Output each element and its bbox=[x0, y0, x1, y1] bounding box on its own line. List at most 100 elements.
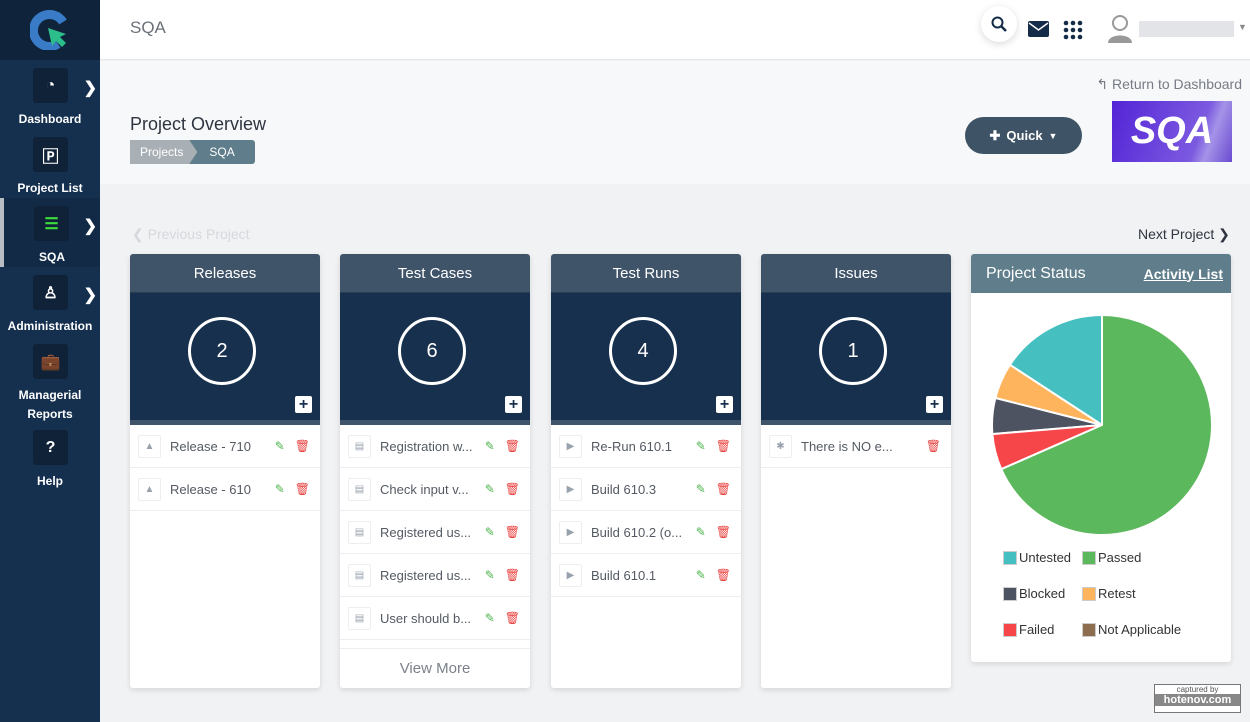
count-badge[interactable]: 2 bbox=[188, 317, 256, 385]
trash-icon[interactable]: 🗑 bbox=[505, 611, 520, 625]
list-item[interactable]: ▶ Build 610.3 ✎ 🗑 bbox=[551, 468, 741, 511]
edit-icon[interactable]: ✎ bbox=[696, 525, 706, 539]
add-icon[interactable]: + bbox=[716, 396, 733, 413]
quick-add-button[interactable]: ✚ Quick ▼ bbox=[965, 117, 1082, 154]
breadcrumb-projects[interactable]: Projects bbox=[130, 140, 198, 164]
sidebar-item-dashboard[interactable]: ◔ Dashboard ❯ bbox=[0, 60, 100, 129]
list-item[interactable]: ▤ User should b... ✎ 🗑 bbox=[340, 597, 530, 640]
view-more-button[interactable]: View More bbox=[340, 648, 530, 688]
search-button[interactable] bbox=[981, 6, 1017, 42]
mail-icon[interactable] bbox=[1028, 21, 1049, 37]
edit-icon[interactable]: ✎ bbox=[696, 568, 706, 582]
add-icon[interactable]: + bbox=[295, 396, 312, 413]
play-icon: ▶ bbox=[559, 477, 582, 501]
activity-list-link[interactable]: Activity List bbox=[1144, 266, 1223, 282]
chevron-right-icon[interactable]: ❯ bbox=[84, 216, 97, 236]
user-name-redacted[interactable] bbox=[1139, 21, 1234, 37]
edit-icon[interactable]: ✎ bbox=[485, 568, 495, 582]
count-badge[interactable]: 1 bbox=[819, 317, 887, 385]
project-status-card: Project Status Activity List Untested Pass… bbox=[971, 254, 1231, 662]
return-to-dashboard-link[interactable]: ↰ Return to Dashboard bbox=[1096, 76, 1242, 93]
list-item[interactable]: ✱ There is NO e... 🗑 bbox=[761, 425, 951, 468]
list-item[interactable]: ▤ Check input v... ✎ 🗑 bbox=[340, 468, 530, 511]
document-icon: ▤ bbox=[348, 606, 371, 630]
road-icon: ▲ bbox=[138, 434, 161, 458]
edit-icon[interactable]: ✎ bbox=[275, 439, 285, 453]
edit-icon[interactable]: ✎ bbox=[485, 439, 495, 453]
trash-icon[interactable]: 🗑 bbox=[926, 439, 941, 453]
edit-icon[interactable]: ✎ bbox=[696, 439, 706, 453]
sidebar-item-sqa[interactable]: ☰ SQA ❯ bbox=[0, 198, 100, 267]
play-icon: ▶ bbox=[559, 563, 582, 587]
chart-legend: Untested Passed Blocked Retest Failed Not App… bbox=[1003, 550, 1223, 637]
user-avatar-icon[interactable] bbox=[1107, 13, 1133, 43]
trash-icon[interactable]: 🗑 bbox=[716, 525, 731, 539]
trash-icon[interactable]: 🗑 bbox=[505, 439, 520, 453]
edit-icon[interactable]: ✎ bbox=[485, 525, 495, 539]
list-item[interactable]: ▤ Registered us... ✎ 🗑 bbox=[340, 554, 530, 597]
help-icon: ? bbox=[33, 430, 68, 465]
sidebar-item-label: Administration bbox=[7, 319, 93, 333]
chevron-right-icon[interactable]: ❯ bbox=[84, 285, 97, 305]
trash-icon[interactable]: 🗑 bbox=[716, 439, 731, 453]
legend-item: Not Applicable bbox=[1082, 622, 1212, 637]
legend-swatch bbox=[1003, 622, 1017, 637]
sidebar-item-project-list[interactable]: 🄿 Project List bbox=[0, 129, 100, 198]
sidebar-item-help[interactable]: ? Help bbox=[0, 422, 100, 491]
briefcase-icon: 💼 bbox=[33, 344, 68, 379]
gauge-icon: ◔ bbox=[33, 68, 68, 103]
play-icon: ▶ bbox=[559, 520, 582, 544]
edit-icon[interactable]: ✎ bbox=[696, 482, 706, 496]
trash-icon[interactable]: 🗑 bbox=[295, 439, 310, 453]
edit-icon[interactable]: ✎ bbox=[485, 611, 495, 625]
add-icon[interactable]: + bbox=[505, 396, 522, 413]
document-icon: ▤ bbox=[348, 520, 371, 544]
trash-icon[interactable]: 🗑 bbox=[505, 525, 520, 539]
apps-grid-icon[interactable] bbox=[1063, 20, 1083, 40]
document-icon: ▤ bbox=[348, 434, 371, 458]
plus-icon: ✚ bbox=[989, 127, 1001, 143]
chevron-right-icon[interactable]: ❯ bbox=[84, 78, 97, 98]
list-item[interactable]: ▶ Build 610.1 ✎ 🗑 bbox=[551, 554, 741, 597]
count-badge[interactable]: 6 bbox=[398, 317, 466, 385]
list-item[interactable]: ▲ Release - 610 ✎ 🗑 bbox=[130, 468, 320, 511]
count-badge[interactable]: 4 bbox=[609, 317, 677, 385]
card-test-cases: Test Cases 6 + ▤ Registration w... ✎ 🗑 ▤ Check… bbox=[340, 254, 530, 688]
card-title: Issues bbox=[761, 254, 951, 293]
legend-item: Untested bbox=[1003, 550, 1082, 565]
trash-icon[interactable]: 🗑 bbox=[505, 482, 520, 496]
breadcrumb-current: SQA bbox=[187, 140, 255, 164]
document-icon: ▤ bbox=[348, 477, 371, 501]
sidebar-item-managerial-reports[interactable]: 💼 Managerial Reports bbox=[0, 336, 100, 422]
edit-icon[interactable]: ✎ bbox=[275, 482, 285, 496]
add-icon[interactable]: + bbox=[926, 396, 943, 413]
project-file-icon: 🄿 bbox=[33, 137, 68, 172]
list-item[interactable]: ▤ Registered us... ✎ 🗑 bbox=[340, 511, 530, 554]
page-title: Project Overview bbox=[130, 114, 267, 134]
sidebar-item-label: SQA bbox=[38, 250, 65, 264]
chevron-right-icon: ❯ bbox=[1214, 226, 1230, 242]
legend-item: Blocked bbox=[1003, 586, 1082, 601]
trash-icon[interactable]: 🗑 bbox=[295, 482, 310, 496]
sidebar-item-label: Managerial Reports bbox=[18, 388, 82, 421]
trash-icon[interactable]: 🗑 bbox=[716, 568, 731, 582]
list-item[interactable]: ▶ Build 610.2 (o... ✎ 🗑 bbox=[551, 511, 741, 554]
app-logo[interactable] bbox=[0, 0, 100, 60]
next-project-link[interactable]: Next Project ❯ bbox=[1138, 226, 1230, 243]
sidebar-item-administration[interactable]: ♙ Administration ❯ bbox=[0, 267, 100, 336]
list-item[interactable]: ▶ Re-Run 610.1 ✎ 🗑 bbox=[551, 425, 741, 468]
road-icon: ▲ bbox=[138, 477, 161, 501]
legend-swatch bbox=[1082, 550, 1096, 565]
previous-project-link[interactable]: ❮ Previous Project bbox=[132, 226, 250, 243]
user-menu-caret-icon[interactable]: ▼ bbox=[1238, 22, 1247, 32]
list-item[interactable]: ▤ Registration w... ✎ 🗑 bbox=[340, 425, 530, 468]
header-title: SQA bbox=[130, 18, 166, 37]
list-item[interactable]: ▲ Release - 710 ✎ 🗑 bbox=[130, 425, 320, 468]
document-icon: ▤ bbox=[348, 563, 371, 587]
sidebar-item-label: Project List bbox=[17, 181, 83, 195]
trash-icon[interactable]: 🗑 bbox=[505, 568, 520, 582]
project-logo: SQA bbox=[1112, 101, 1232, 162]
edit-icon[interactable]: ✎ bbox=[485, 482, 495, 496]
card-issues: Issues 1 + ✱ There is NO e... 🗑 bbox=[761, 254, 951, 688]
trash-icon[interactable]: 🗑 bbox=[716, 482, 731, 496]
